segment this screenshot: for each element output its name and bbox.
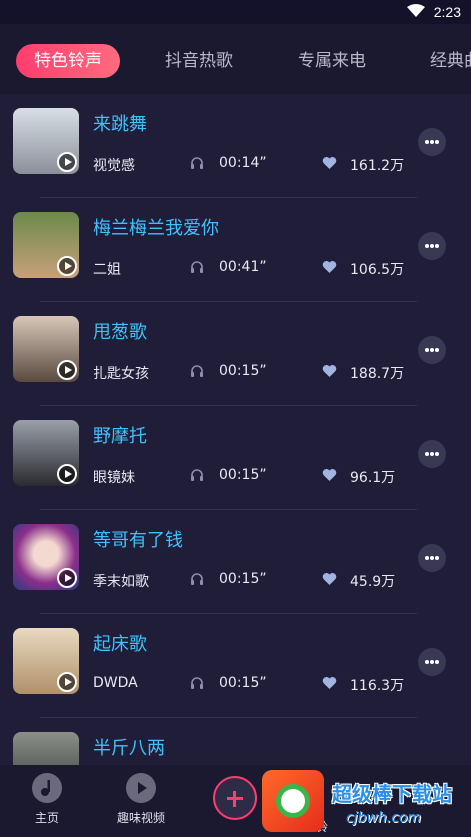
- song-duration: 00:14”: [219, 155, 267, 171]
- status-time: 2:23: [433, 4, 461, 20]
- list-item[interactable]: 起床歌 DWDA 00:15” 116.3万: [0, 614, 471, 718]
- list-item[interactable]: 半斤八两: [0, 718, 471, 765]
- song-title: 野摩托: [93, 426, 147, 447]
- song-likes: 45.9万: [350, 574, 396, 590]
- headphones-icon: [191, 573, 203, 585]
- list-item[interactable]: 等哥有了钱 季末如歌 00:15” 45.9万: [0, 510, 471, 614]
- song-title: 半斤八两: [93, 738, 165, 759]
- heart-icon: [322, 469, 337, 481]
- song-likes: 116.3万: [350, 678, 405, 694]
- song-duration: 00:15”: [219, 571, 267, 587]
- song-title: 来跳舞: [93, 114, 147, 135]
- more-options-button[interactable]: [418, 128, 446, 156]
- song-duration: 00:41”: [219, 259, 267, 275]
- headphones-icon: [191, 261, 203, 273]
- status-bar: 2:23: [0, 0, 471, 24]
- song-title: 起床歌: [93, 634, 147, 655]
- song-artist: DWDA: [93, 675, 138, 691]
- play-icon[interactable]: [57, 360, 77, 380]
- song-likes: 188.7万: [350, 366, 405, 382]
- nav-fun-video[interactable]: 趣味视频: [106, 773, 176, 826]
- song-artist: 二姐: [93, 262, 121, 278]
- more-options-button[interactable]: [418, 544, 446, 572]
- more-options-button[interactable]: [418, 232, 446, 260]
- more-options-button[interactable]: [418, 440, 446, 468]
- nav-fun-video-label: 趣味视频: [116, 811, 165, 825]
- headphones-icon: [191, 469, 203, 481]
- song-thumbnail[interactable]: [13, 212, 79, 278]
- watermark-logo-icon: [262, 770, 324, 832]
- tab-douyin-hits[interactable]: 抖音热歌: [165, 44, 233, 78]
- play-icon[interactable]: [57, 672, 77, 692]
- song-likes: 106.5万: [350, 262, 405, 278]
- list-item[interactable]: 梅兰梅兰我爱你 二姐 00:41” 106.5万: [0, 198, 471, 302]
- headphones-icon: [191, 365, 203, 377]
- nav-home[interactable]: 主页: [12, 773, 82, 826]
- heart-icon: [322, 365, 337, 377]
- more-options-button[interactable]: [418, 648, 446, 676]
- song-thumbnail[interactable]: [13, 108, 79, 174]
- add-button[interactable]: [213, 776, 257, 820]
- category-tabs: 特色铃声 抖音热歌 专属来电 经典曲: [0, 24, 471, 94]
- watermark: 超级棒下载站 cjbwh.com: [262, 770, 471, 837]
- play-icon[interactable]: [57, 464, 77, 484]
- watermark-url: cjbwh.com: [346, 810, 422, 826]
- music-note-icon: [32, 773, 62, 803]
- song-duration: 00:15”: [219, 467, 267, 483]
- nav-home-label: 主页: [34, 811, 59, 825]
- song-artist: 眼镜妹: [93, 470, 135, 486]
- song-thumbnail[interactable]: [13, 524, 79, 590]
- more-options-button[interactable]: [418, 336, 446, 364]
- headphones-icon: [191, 677, 203, 689]
- song-thumbnail[interactable]: [13, 316, 79, 382]
- play-icon[interactable]: [57, 256, 77, 276]
- song-list: 来跳舞 视觉感 00:14” 161.2万 梅兰梅兰我爱你 二姐 00:41” …: [0, 94, 471, 765]
- list-item[interactable]: 来跳舞 视觉感 00:14” 161.2万: [0, 94, 471, 198]
- song-title: 甩葱歌: [93, 322, 147, 343]
- song-title: 等哥有了钱: [93, 530, 183, 551]
- song-thumbnail[interactable]: [13, 628, 79, 694]
- song-title: 梅兰梅兰我爱你: [93, 218, 219, 239]
- tab-featured-ringtones[interactable]: 特色铃声: [16, 44, 120, 78]
- play-icon[interactable]: [57, 152, 77, 172]
- tab-classic[interactable]: 经典曲: [430, 44, 471, 78]
- song-likes: 161.2万: [350, 158, 405, 174]
- headphones-icon: [191, 157, 203, 169]
- song-duration: 00:15”: [219, 675, 267, 691]
- play-video-icon: [126, 773, 156, 803]
- song-likes: 96.1万: [350, 470, 396, 486]
- song-artist: 视觉感: [93, 158, 135, 174]
- song-thumbnail[interactable]: [13, 732, 79, 765]
- tab-exclusive-call[interactable]: 专属来电: [298, 44, 366, 78]
- list-item[interactable]: 野摩托 眼镜妹 00:15” 96.1万: [0, 406, 471, 510]
- list-item[interactable]: 甩葱歌 扎匙女孩 00:15” 188.7万: [0, 302, 471, 406]
- song-artist: 季末如歌: [93, 574, 149, 590]
- wifi-icon: [407, 4, 425, 17]
- song-thumbnail[interactable]: [13, 420, 79, 486]
- heart-icon: [322, 157, 337, 169]
- heart-icon: [322, 677, 337, 689]
- heart-icon: [322, 261, 337, 273]
- song-duration: 00:15”: [219, 363, 267, 379]
- play-icon[interactable]: [57, 568, 77, 588]
- watermark-text: 超级棒下载站: [332, 782, 452, 806]
- song-artist: 扎匙女孩: [93, 366, 149, 382]
- heart-icon: [322, 573, 337, 585]
